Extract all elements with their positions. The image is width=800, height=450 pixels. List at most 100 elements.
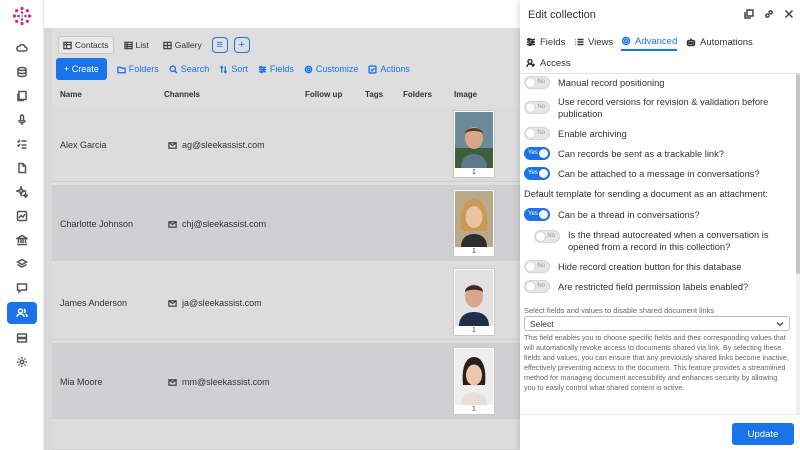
link-button[interactable]	[763, 8, 774, 19]
option-label: Can be a thread in conversations?	[558, 210, 700, 220]
image-count: 1	[472, 169, 476, 176]
actions-button[interactable]: Actions	[368, 64, 410, 74]
sidebar-item-documents[interactable]	[0, 156, 44, 180]
image-count: 1	[472, 406, 476, 413]
sidebar-item-contacts[interactable]	[7, 302, 37, 324]
gear-icon	[621, 36, 631, 46]
option-record-versions: No Use record versions for revision & va…	[524, 96, 790, 122]
column-header-image[interactable]: Image	[454, 90, 477, 99]
help-text: This field enables you to choose specifi…	[524, 333, 789, 392]
option-label: Use record versions for revision & valid…	[558, 97, 769, 119]
customize-label: Customize	[315, 64, 359, 74]
plus-icon: +	[238, 38, 245, 51]
tab-contacts[interactable]: Contacts	[58, 36, 114, 54]
toggle-manual-positioning[interactable]: No	[524, 76, 550, 89]
sidebar-item-settings[interactable]	[0, 350, 44, 374]
close-button[interactable]	[783, 8, 794, 19]
table-row[interactable]: Mia Moore mm@sleekassist.com 1	[52, 343, 520, 419]
copy-button[interactable]	[743, 8, 754, 19]
toggle-attach-message[interactable]: Yes	[524, 167, 550, 180]
pages-icon	[17, 90, 27, 102]
select-label: Select fields and values to disable shar…	[524, 306, 715, 315]
sidebar-item-chat[interactable]	[0, 276, 44, 300]
column-header-tags[interactable]: Tags	[365, 90, 383, 99]
tab-list[interactable]: List	[120, 37, 153, 53]
contact-image[interactable]: 1	[453, 189, 495, 257]
folder-icon	[117, 66, 126, 73]
toggle-restricted-labels[interactable]: No	[524, 280, 550, 293]
sort-label: Sort	[231, 64, 248, 74]
toggle-hide-create-button[interactable]: No	[524, 260, 550, 273]
option-label: Enable archiving	[558, 129, 627, 139]
server-icon	[16, 333, 28, 343]
sidebar-item-analytics[interactable]	[0, 204, 44, 228]
edit-collection-panel: Edit collection Fields Views Advanced Au…	[520, 0, 800, 450]
mail-icon	[168, 299, 177, 307]
toggle-archiving[interactable]: No	[524, 127, 550, 140]
column-header-folders[interactable]: Folders	[403, 90, 432, 99]
column-header-name[interactable]: Name	[60, 90, 82, 99]
sidebar-item-checklist[interactable]	[0, 132, 44, 156]
sidebar-item-database[interactable]	[0, 60, 44, 84]
sidebar-nav	[0, 36, 44, 374]
contact-image[interactable]: 1	[453, 268, 495, 336]
toggle-thread-autocreate[interactable]: No	[534, 230, 560, 243]
toggle-record-versions[interactable]: No	[524, 101, 550, 114]
toggle-trackable-link[interactable]: Yes	[524, 147, 550, 160]
sidebar-item-bank[interactable]	[0, 228, 44, 252]
option-attach-message: Yes Can be attached to a message in conv…	[524, 167, 790, 181]
sliders-icon	[258, 65, 266, 73]
microphone-icon	[18, 114, 26, 125]
toggle-thread[interactable]: Yes	[524, 208, 550, 221]
table-icon	[63, 41, 72, 49]
sidebar-item-cloud[interactable]	[0, 36, 44, 60]
sidebar-item-pages[interactable]	[0, 84, 44, 108]
checklist-icon	[16, 139, 27, 149]
contact-image[interactable]: 1	[453, 347, 495, 415]
gallery-icon	[163, 41, 172, 49]
disable-links-select[interactable]: Select	[524, 316, 790, 331]
scrollbar-thumb[interactable]	[796, 74, 800, 274]
panel-footer: Update	[520, 414, 800, 450]
default-template-label: Default template for sending a document …	[524, 189, 768, 199]
tab-advanced[interactable]: Advanced	[621, 33, 678, 51]
table-row[interactable]: Charlotte Johnson chj@sleekassist.com 1	[52, 185, 520, 261]
tab-automations[interactable]: Automations	[686, 33, 753, 51]
contact-image[interactable]: 1	[453, 110, 495, 178]
documents-icon	[18, 162, 27, 174]
checkbox-icon	[368, 64, 377, 74]
image-count: 1	[472, 248, 476, 255]
sidebar-item-servers[interactable]	[0, 326, 44, 350]
users-icon	[16, 308, 28, 318]
option-thread: Yes Can be a thread in conversations?	[524, 208, 790, 222]
panel-scrollbar[interactable]	[796, 74, 800, 414]
tab-fields-label: Fields	[540, 36, 566, 48]
customize-button[interactable]: Customize	[304, 64, 359, 74]
fields-button[interactable]: Fields	[258, 64, 294, 74]
create-button[interactable]: + Create	[56, 58, 107, 80]
table-row	[52, 422, 520, 450]
tab-fields[interactable]: Fields	[526, 33, 565, 51]
add-view-button[interactable]: +	[233, 37, 250, 53]
folders-button[interactable]: Folders	[117, 64, 159, 74]
gear-icon	[304, 65, 313, 73]
sort-button[interactable]: Sort	[219, 64, 248, 74]
contact-name: Mia Moore	[60, 377, 103, 387]
tab-gallery[interactable]: Gallery	[159, 37, 206, 53]
search-button[interactable]: Search	[169, 64, 209, 74]
table-row[interactable]: Alex Garcia ag@sleekassist.com 1	[52, 106, 520, 182]
sidebar-item-microphone[interactable]	[0, 108, 44, 132]
column-header-follow-up[interactable]: Follow up	[305, 90, 342, 99]
view-menu-button[interactable]: ≡	[211, 37, 228, 53]
tab-contacts-label: Contacts	[75, 40, 109, 50]
sidebar-item-layers[interactable]	[0, 252, 44, 276]
fields-label: Fields	[269, 64, 294, 74]
column-header-channels[interactable]: Channels	[164, 90, 200, 99]
tab-access[interactable]: Access	[526, 54, 571, 72]
option-trackable-link: Yes Can records be sent as a trackable l…	[524, 147, 790, 161]
tab-views[interactable]: Views	[574, 33, 613, 51]
update-button[interactable]: Update	[732, 423, 794, 445]
fields-icon	[527, 37, 535, 47]
table-row[interactable]: James Anderson ja@sleekassist.com 1	[52, 264, 520, 340]
sidebar-item-ai[interactable]	[0, 180, 44, 204]
